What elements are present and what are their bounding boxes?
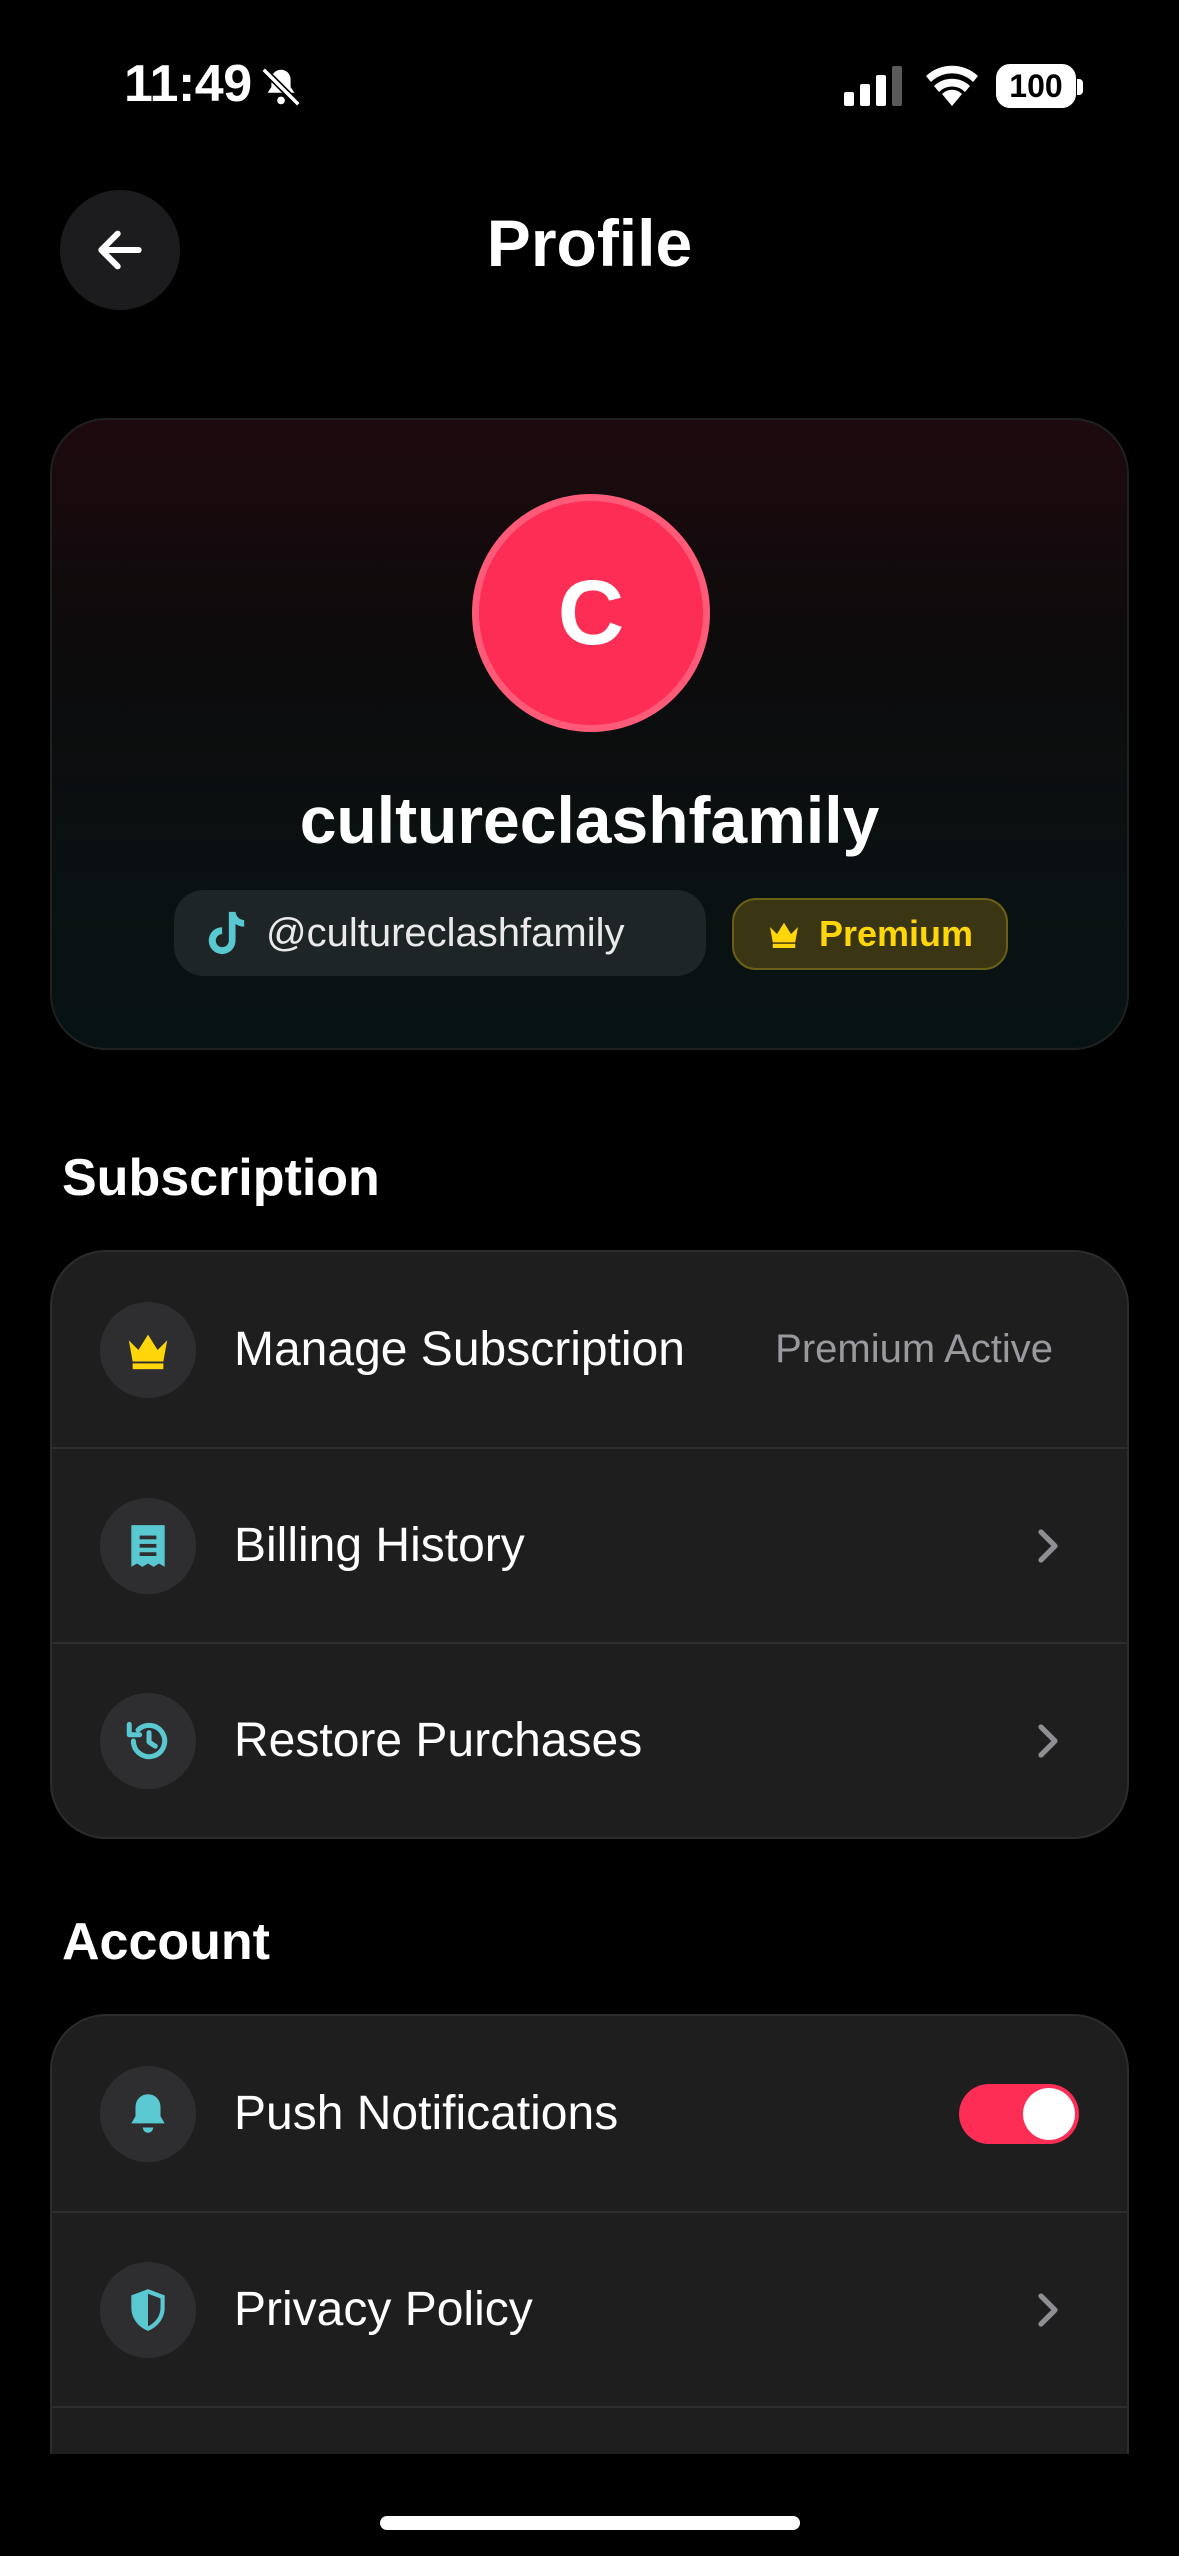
status-bar: 11:49 100 (0, 0, 1179, 175)
manage-subscription-row[interactable]: Manage Subscription Premium Active (52, 1252, 1127, 1447)
push-notifications-toggle[interactable] (959, 2083, 1079, 2144)
section-title-subscription: Subscription (62, 1149, 380, 1207)
tiktok-icon (208, 911, 245, 955)
premium-badge-label: Premium (818, 913, 974, 954)
row-label: Billing History (234, 1519, 525, 1572)
history-icon (100, 1692, 196, 1789)
tiktok-handle: @cultureclashfamily (266, 910, 625, 955)
avatar-initial: C (557, 561, 625, 664)
chevron-right-icon (1038, 1723, 1058, 1758)
bell-muted-icon (261, 67, 301, 107)
subscription-group: Manage Subscription Premium Active Billi… (50, 1250, 1129, 1839)
account-group: Push Notifications Privacy Policy (50, 2014, 1129, 2454)
premium-badge: Premium (732, 898, 1008, 970)
chevron-right-icon (1038, 2292, 1058, 2327)
profile-card: C cultureclashfamily @cultureclashfamily… (50, 418, 1129, 1050)
battery-indicator: 100 (996, 64, 1083, 108)
row-label: Manage Subscription (234, 1323, 685, 1376)
partial-row (52, 2406, 1127, 2454)
receipt-icon (100, 1497, 196, 1594)
crown-icon (769, 922, 798, 948)
profile-username: cultureclashfamily (299, 783, 880, 857)
tiktok-handle-pill: @cultureclashfamily (174, 890, 706, 976)
section-title-account: Account (62, 1913, 270, 1971)
subscription-status: Premium Active (775, 1327, 1053, 1371)
chevron-right-icon (1038, 1528, 1058, 1563)
status-time: 11:49 (124, 55, 252, 113)
crown-icon (100, 1301, 196, 1398)
bell-icon (100, 2065, 196, 2162)
page-title: Profile (486, 206, 693, 280)
push-notifications-row: Push Notifications (52, 2016, 1127, 2211)
home-indicator[interactable] (380, 2516, 800, 2530)
billing-history-row[interactable]: Billing History (52, 1447, 1127, 1642)
row-label: Restore Purchases (234, 1714, 643, 1767)
restore-purchases-row[interactable]: Restore Purchases (52, 1642, 1127, 1837)
privacy-policy-row[interactable]: Privacy Policy (52, 2211, 1127, 2406)
toggle-knob (1023, 2087, 1075, 2140)
cellular-signal-icon (844, 66, 902, 106)
battery-level: 100 (1009, 67, 1063, 104)
wifi-icon (926, 65, 978, 106)
row-label: Privacy Policy (234, 2283, 533, 2336)
shield-icon (100, 2261, 196, 2358)
avatar: C (472, 494, 710, 732)
row-label: Push Notifications (234, 2087, 619, 2140)
